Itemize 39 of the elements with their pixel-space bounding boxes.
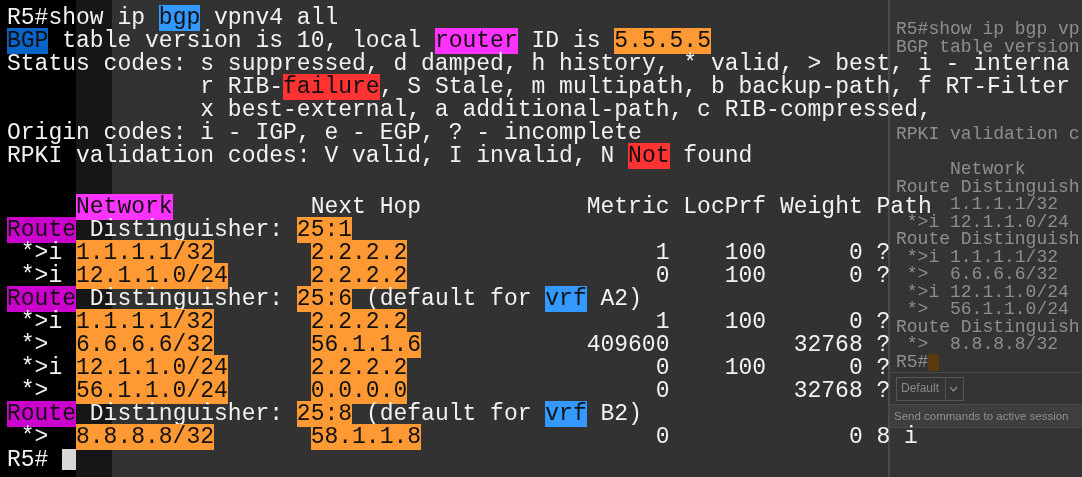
session-text: *>	[906, 299, 929, 319]
session-text: 6.6.6.6/32	[950, 266, 1059, 284]
session-text: 8.8.8.8/32	[950, 336, 1059, 354]
table-cell: 58.1.1.8	[310, 423, 422, 450]
session-dropdown[interactable]: Default	[896, 377, 965, 401]
session-text: 12.1.1.0/24	[950, 283, 1069, 301]
session-text: 1.1.1.1/32	[950, 248, 1059, 266]
session-text: *>	[906, 334, 929, 354]
session-text: *>	[906, 264, 929, 284]
highlighted-text: vrf	[545, 285, 587, 312]
command-prompt: R5#	[7, 448, 49, 472]
session-text: Route Distinguish	[896, 231, 1080, 249]
session-text: RPKI validation c	[896, 126, 1080, 144]
table-cell: 100	[724, 308, 767, 335]
session-text: 56.1.1.0/24	[950, 301, 1069, 319]
highlighted-text: Not	[628, 142, 670, 169]
session-text: R5#show ip bgp vp	[896, 21, 1080, 39]
session-text: Route Distinguish	[896, 318, 1080, 336]
caret-icon	[949, 386, 959, 392]
session-text: Route Distinguish	[896, 178, 1080, 196]
session-text: 1.1.1.1/32	[950, 196, 1059, 214]
table-cell: 0	[848, 423, 863, 450]
session-text: *>i	[906, 246, 940, 267]
highlighted-text: bgp	[158, 4, 201, 31]
highlighted-text: failure	[283, 73, 380, 100]
terminal-text: B2)	[599, 400, 642, 427]
terminal-text: A2)	[599, 285, 642, 312]
terminal-text: found	[682, 142, 753, 169]
highlighted-text: 25:1	[296, 216, 353, 243]
terminal-text: vpnv4 all	[214, 4, 339, 31]
table-cell: 8.8.8.8/32	[76, 423, 215, 450]
session-text: 12.1.1.0/24	[950, 213, 1069, 231]
table-cell: 100	[724, 354, 767, 381]
highlighted-text: BGP	[7, 27, 49, 54]
session-text: *>i	[906, 281, 940, 302]
command-prompt: R5#	[896, 353, 929, 371]
table-cell: 0	[655, 423, 670, 450]
session-text: Network	[950, 159, 1026, 179]
highlighted-text: vrf	[545, 400, 587, 427]
